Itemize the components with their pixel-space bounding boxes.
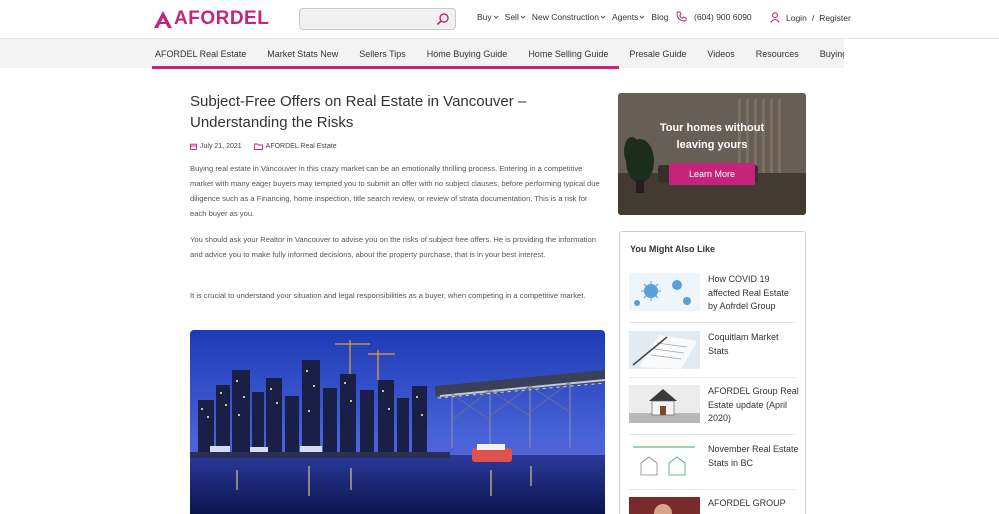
search-box[interactable] (299, 8, 456, 30)
scroll-progress-bar (152, 66, 619, 69)
related-posts-widget: You Might Also Like How COVID 19 affecte… (619, 231, 806, 514)
related-posts-heading: You Might Also Like (630, 244, 715, 254)
article-category: AFORDEL Real Estate (265, 143, 337, 150)
tab-presale-guide[interactable]: Presale Guide (626, 49, 686, 59)
top-nav: Buy Sell New Construction Agents Blog (477, 12, 674, 22)
divider (629, 434, 796, 435)
nav-new-construction[interactable]: New Construction (532, 12, 606, 22)
nav-new-construction-label: New Construction (531, 12, 599, 22)
folder-icon (253, 143, 263, 150)
divider (629, 489, 796, 490)
tab-afordel-real-estate[interactable]: AFORDEL Real Estate (152, 49, 246, 59)
related-post-thumbnail[interactable] (629, 497, 700, 514)
article-category-link[interactable]: AFORDEL Real Estate (253, 143, 337, 150)
nav-agents-label: Agents (611, 12, 639, 22)
register-link[interactable]: Register (819, 13, 851, 23)
article-title-line1: Subject-Free Offers on Real Estate in Va… (190, 93, 527, 110)
chevron-down-icon (600, 15, 606, 19)
user-icon (770, 12, 780, 23)
related-post-thumbnail[interactable] (629, 331, 700, 369)
phone-icon (676, 11, 687, 22)
article-date: July 21, 2021 (200, 143, 242, 150)
related-post-title[interactable]: Coquitlam Market Stats (708, 331, 800, 358)
promo-line1: Tour homes without (659, 122, 765, 134)
vancouver-skyline-image (190, 330, 605, 514)
related-post-title[interactable]: AFORDEL Group Real Estate update (April … (708, 385, 800, 426)
logo-icon (154, 11, 172, 28)
site-logo[interactable]: AFORDEL (152, 8, 269, 30)
article-paragraph-1: Buying real estate in Vancouver in this … (190, 164, 600, 218)
tab-sellers-tips[interactable]: Sellers Tips (356, 49, 406, 59)
article-paragraph-3: It is crucial to understand your situati… (190, 291, 586, 300)
account-links: Login / Register (770, 12, 851, 23)
promo-heading: Tour homes without leaving yours (618, 120, 806, 154)
nav-buy[interactable]: Buy (477, 12, 499, 22)
covid-virus-image (629, 273, 700, 311)
tab-resources[interactable]: Resources (753, 49, 799, 59)
chevron-down-icon (493, 15, 499, 19)
house-model-image (629, 385, 700, 423)
article-hero-image (190, 330, 605, 514)
article-title: Subject-Free Offers on Real Estate in Va… (190, 91, 610, 133)
related-post-title[interactable]: November Real Estate Stats in BC (708, 443, 800, 470)
calendar-icon (190, 143, 197, 150)
category-tabs: AFORDEL Real Estate Market Stats New Sel… (152, 39, 844, 68)
chevron-down-icon (640, 15, 645, 19)
nav-buy-label: Buy (477, 12, 492, 22)
virtual-tour-promo[interactable]: Tour homes without leaving yours Learn M… (618, 93, 806, 215)
article-meta: July 21, 2021 AFORDEL Real Estate (190, 143, 337, 150)
nav-overflow-mask (844, 39, 999, 68)
related-post-thumbnail[interactable] (629, 273, 700, 311)
nav-blog-label: Blog (651, 12, 669, 22)
logo-text: AFORDEL (174, 8, 270, 29)
learn-more-button[interactable]: Learn More (669, 163, 755, 185)
tab-market-stats-new[interactable]: Market Stats New (264, 49, 338, 59)
divider (629, 377, 796, 378)
search-input[interactable] (300, 9, 430, 29)
login-link[interactable]: Login (786, 13, 807, 23)
phone-link[interactable]: (604) 900 6090 (676, 11, 752, 22)
search-icon[interactable] (436, 12, 450, 26)
related-post-thumbnail[interactable] (629, 443, 700, 481)
tab-videos[interactable]: Videos (704, 49, 734, 59)
chevron-down-icon (520, 15, 526, 19)
market-stats-image (629, 331, 700, 369)
article-paragraph-2: You should ask your Realtor in Vancouver… (190, 235, 596, 259)
site-header: AFORDEL Buy Sell New Construction Agents… (0, 0, 999, 38)
tab-home-buying-guide[interactable]: Home Buying Guide (424, 49, 508, 59)
promo-line2: leaving yours (676, 139, 748, 151)
phone-number: (604) 900 6090 (694, 11, 752, 22)
living-room-image (618, 93, 806, 215)
person-portrait-image (629, 497, 700, 514)
nav-sell-label: Sell (504, 12, 519, 22)
related-post-title[interactable]: AFORDEL GROUP (708, 497, 800, 511)
nav-agents[interactable]: Agents (612, 12, 645, 22)
login-separator: / (811, 12, 815, 23)
tab-buying-a-home[interactable]: Buying A Home (817, 49, 844, 59)
nav-blog[interactable]: Blog (651, 12, 668, 22)
related-post-title[interactable]: How COVID 19 affected Real Estate by Aof… (708, 273, 800, 314)
divider (629, 322, 796, 323)
stats-infographic-image (629, 443, 700, 481)
category-nav: AFORDEL Real Estate Market Stats New Sel… (0, 38, 999, 69)
tab-home-selling-guide[interactable]: Home Selling Guide (525, 49, 608, 59)
nav-sell[interactable]: Sell (505, 12, 526, 22)
article-title-line2: Understanding the Risks (190, 114, 354, 131)
related-post-thumbnail[interactable] (629, 385, 700, 423)
